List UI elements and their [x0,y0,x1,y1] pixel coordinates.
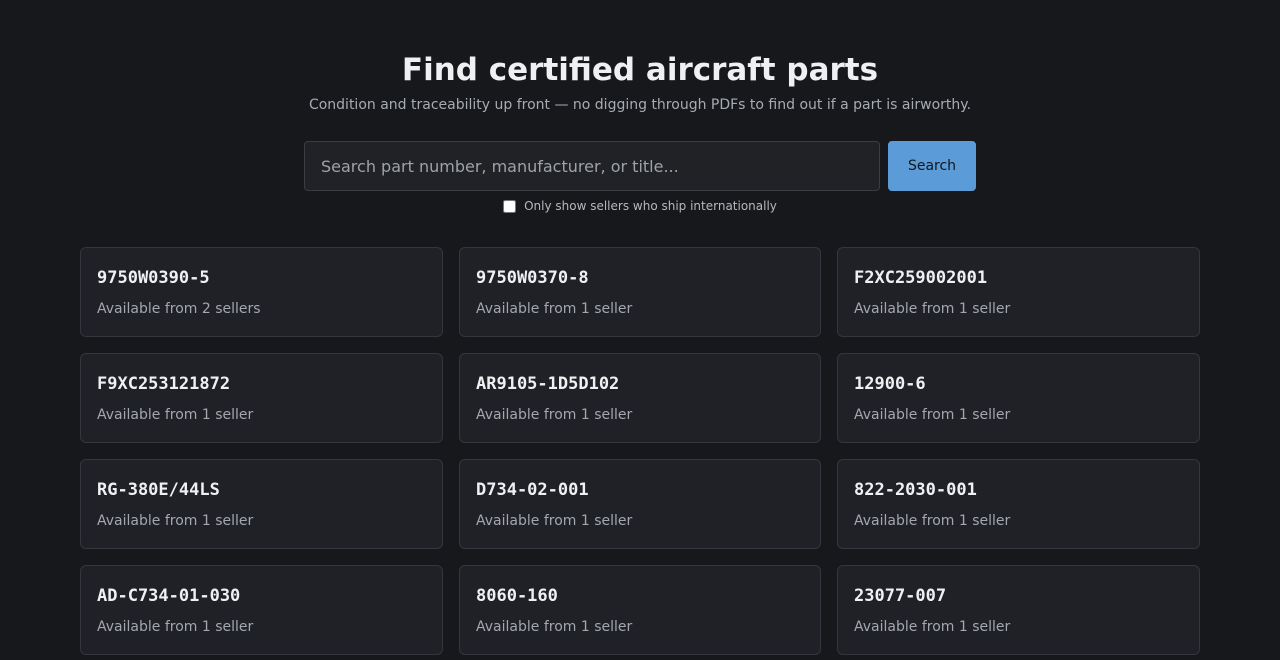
parts-grid: 9750W0390-5 Available from 2 sellers 975… [80,247,1200,655]
part-availability: Available from 1 seller [97,407,254,423]
page-title: Find certified aircraft parts [401,52,879,88]
part-availability: Available from 1 seller [854,619,1011,635]
part-card[interactable]: 8060-160 Available from 1 seller [459,565,821,655]
part-number: RG-380E/44LS [97,480,220,500]
part-number: AR9105-1D5D102 [476,374,620,394]
part-number: 23077-007 [854,586,947,606]
part-availability: Available from 1 seller [97,513,254,529]
page-subtitle: Condition and traceability up front — no… [308,97,972,113]
part-card[interactable]: F9XC253121872 Available from 1 seller [80,353,443,443]
part-card[interactable]: AD-C734-01-030 Available from 1 seller [80,565,443,655]
intl-shipping-label: Only show sellers who ship international… [524,199,777,213]
part-card[interactable]: D734-02-001 Available from 1 seller [459,459,821,549]
page: Find certified aircraft parts Condition … [0,0,1280,660]
part-card[interactable]: 9750W0390-5 Available from 2 sellers [80,247,443,337]
part-card[interactable]: RG-380E/44LS Available from 1 seller [80,459,443,549]
part-availability: Available from 1 seller [476,513,633,529]
part-card[interactable]: 23077-007 Available from 1 seller [837,565,1200,655]
part-number: AD-C734-01-030 [97,586,241,606]
part-card[interactable]: 822-2030-001 Available from 1 seller [837,459,1200,549]
part-availability: Available from 1 seller [476,301,633,317]
part-availability: Available from 1 seller [476,619,633,635]
part-number: 9750W0390-5 [97,268,210,288]
intl-shipping-checkbox[interactable] [503,199,517,213]
part-card[interactable]: 9750W0370-8 Available from 1 seller [459,247,821,337]
part-number: 8060-160 [476,586,558,606]
intl-shipping-filter[interactable]: Only show sellers who ship international… [0,199,1280,213]
part-number: D734-02-001 [476,480,589,500]
part-card[interactable]: AR9105-1D5D102 Available from 1 seller [459,353,821,443]
hero: Find certified aircraft parts Condition … [0,0,1280,114]
part-number: 822-2030-001 [854,480,977,500]
part-number: F2XC259002001 [854,268,988,288]
part-availability: Available from 1 seller [476,407,633,423]
part-number: 12900-6 [854,374,926,394]
part-card[interactable]: 12900-6 Available from 1 seller [837,353,1200,443]
part-availability: Available from 1 seller [97,619,254,635]
search-input[interactable] [304,141,880,191]
part-number: 9750W0370-8 [476,268,589,288]
part-number: F9XC253121872 [97,374,231,394]
part-availability: Available from 1 seller [854,513,1011,529]
part-availability: Available from 1 seller [854,407,1011,423]
search-bar: Search [304,141,976,191]
search-button[interactable]: Search [888,141,976,191]
part-card[interactable]: F2XC259002001 Available from 1 seller [837,247,1200,337]
part-availability: Available from 1 seller [854,301,1011,317]
part-availability: Available from 2 sellers [97,301,261,317]
